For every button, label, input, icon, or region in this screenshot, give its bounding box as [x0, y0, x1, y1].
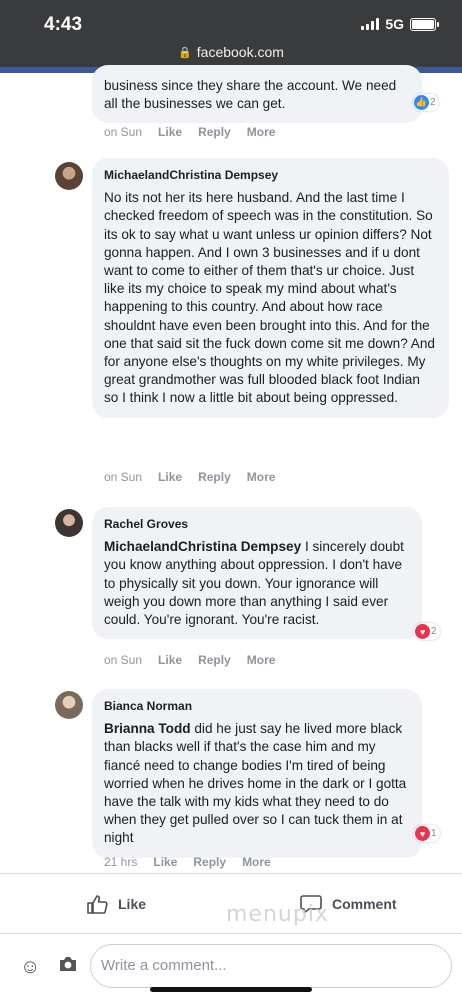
watermark: menupix — [226, 902, 329, 927]
like-link[interactable]: Like — [158, 470, 182, 484]
comment-input-placeholder: Write a comment... — [101, 957, 227, 974]
avatar[interactable] — [55, 162, 83, 190]
comment-input[interactable]: Write a comment... — [90, 944, 452, 988]
reaction-count[interactable]: ♥ 1 — [414, 825, 440, 842]
reply-link[interactable]: Reply — [198, 653, 231, 667]
emoji-icon[interactable]: ☺ — [20, 956, 40, 979]
home-indicator — [150, 987, 312, 992]
comment-bubble: MichaelandChristina Dempsey No its not h… — [92, 158, 449, 418]
comment-author[interactable]: Bianca Norman — [104, 697, 410, 715]
comment-meta: on Sun Like Reply More — [104, 125, 275, 139]
reaction-number: 1 — [431, 828, 437, 839]
like-button-label: Like — [118, 896, 147, 912]
timestamp: on Sun — [104, 125, 143, 139]
like-link[interactable]: Like — [158, 653, 182, 667]
more-link[interactable]: More — [247, 125, 276, 139]
comment-text: No its not her its here husband. And the… — [104, 190, 435, 406]
mention-link[interactable]: Brianna Todd — [104, 721, 191, 736]
battery-icon — [410, 17, 439, 31]
comment-text: business since they share the account. W… — [104, 78, 397, 112]
comment-meta: on Sun Like Reply More — [104, 470, 275, 484]
comment-meta: 21 hrs Like Reply More — [104, 855, 271, 869]
reaction-count[interactable]: ♥ 2 — [414, 623, 440, 640]
timestamp: on Sun — [104, 653, 143, 667]
status-time: 4:43 — [44, 14, 83, 35]
like-link[interactable]: Like — [153, 855, 177, 869]
reaction-number: 2 — [430, 97, 436, 108]
reply-link[interactable]: Reply — [198, 125, 231, 139]
avatar[interactable] — [55, 691, 83, 719]
lock-icon: 🔒 — [178, 46, 192, 59]
timestamp: 21 hrs — [104, 855, 138, 869]
camera-icon[interactable] — [58, 956, 78, 977]
comment-bubble: Rachel Groves MichaelandChristina Dempse… — [92, 507, 422, 640]
comment-text: did he just say he lived more black than… — [104, 721, 407, 846]
signal-icon — [361, 18, 380, 30]
more-link[interactable]: More — [247, 470, 276, 484]
network-label: 5G — [385, 16, 404, 32]
heart-icon: ♥ — [415, 624, 430, 639]
reaction-count[interactable]: 👍 2 — [413, 94, 439, 111]
like-button[interactable]: Like — [86, 894, 146, 914]
url-text: facebook.com — [196, 44, 284, 60]
comment-author[interactable]: MichaelandChristina Dempsey — [104, 166, 437, 184]
comment-meta: on Sun Like Reply More — [104, 653, 275, 667]
comment-bubble: Bianca Norman Brianna Todd did he just s… — [92, 689, 422, 858]
reply-link[interactable]: Reply — [193, 855, 226, 869]
status-indicators: 5G — [361, 16, 439, 32]
timestamp: on Sun — [104, 470, 143, 484]
post-action-bar: Like Comment menupix — [0, 873, 462, 933]
comment-author[interactable]: Rachel Groves — [104, 515, 410, 533]
url-bar[interactable]: 🔒 facebook.com — [0, 44, 462, 60]
thumbs-up-icon — [87, 895, 108, 914]
like-link[interactable]: Like — [158, 125, 182, 139]
comment-thread: business since they share the account. W… — [0, 65, 462, 873]
like-icon: 👍 — [414, 95, 429, 110]
comment-bubble: business since they share the account. W… — [92, 65, 422, 124]
mention-link[interactable]: MichaelandChristina Dempsey — [104, 539, 301, 554]
comment-button-label: Comment — [332, 896, 397, 912]
more-link[interactable]: More — [247, 653, 276, 667]
browser-top-bar: 4:43 5G 🔒 facebook.com — [0, 0, 462, 72]
reaction-number: 2 — [431, 626, 437, 637]
avatar[interactable] — [55, 509, 83, 537]
reply-link[interactable]: Reply — [198, 470, 231, 484]
heart-icon: ♥ — [415, 826, 430, 841]
more-link[interactable]: More — [242, 855, 271, 869]
